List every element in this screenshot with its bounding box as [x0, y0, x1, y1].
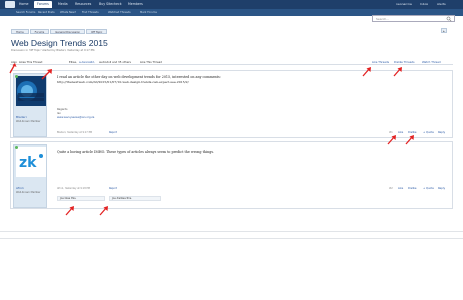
tab-home[interactable]: Home — [16, 1, 31, 8]
subtab-search-forums[interactable]: Search Forums — [16, 11, 35, 15]
online-status-icon — [15, 75, 18, 78]
online-status-icon — [15, 146, 18, 149]
thread-like-bar: Alex Likes This Thread Ellisa, a-dennis6… — [10, 59, 453, 65]
post-2-text-line-1: Quite a boring article IMHO. These types… — [57, 150, 215, 154]
like-bar-liked-prefix: Ellisa, — [69, 60, 77, 64]
tab-buy-sitecheck[interactable]: Buy Sitecheck — [96, 1, 125, 8]
annotation-arrow-icon — [65, 206, 74, 216]
divider — [0, 238, 463, 239]
inbox-link[interactable]: Inbox — [420, 1, 428, 8]
thread-subtitle: Discussion in 'Off Topic' started by Bla… — [11, 49, 96, 52]
annotation-arrow-icon — [393, 67, 402, 77]
annotation-arrow-icon — [387, 135, 396, 145]
search-icon[interactable] — [446, 16, 452, 22]
post-2-author-name[interactable]: Afro1 — [16, 186, 24, 190]
post-1-author-panel: Bladeri Well-Known Member — [13, 73, 47, 137]
breadcrumb: Home Forums General Discussion Off Topic — [11, 28, 108, 34]
page-title: Web Design Trends 2015 — [11, 38, 108, 48]
tab-resources[interactable]: Resources — [72, 1, 94, 8]
breadcrumb-general-discussion[interactable]: General Discussion — [50, 28, 86, 34]
post-2-quote-button[interactable]: + Quote — [423, 187, 434, 190]
breadcrumb-jump-icon[interactable]: ▸ — [441, 28, 447, 33]
subtab-whats-new[interactable]: Whats New? — [60, 11, 76, 15]
like-bar-like-thread[interactable]: Like This Thread — [140, 60, 162, 64]
search-input[interactable]: Search... — [372, 15, 455, 22]
divider — [0, 231, 463, 232]
like-bar-liked-suffix: audiodoll and 35 others — [99, 60, 131, 64]
post-2-dislikes-summary: Joe dislikes this. — [109, 196, 161, 201]
post-1-author-role: Well-Known Member — [16, 120, 41, 123]
post-1-report-link[interactable]: Report — [109, 131, 117, 134]
tab-media[interactable]: Media — [55, 1, 71, 8]
site-logo[interactable] — [5, 1, 15, 8]
post-2-like-button[interactable]: Like — [398, 187, 403, 190]
post-2-author-role: Well-Known Member — [16, 191, 41, 194]
breadcrumb-home[interactable]: Home — [11, 28, 29, 34]
post-2-avatar[interactable]: zk — [16, 147, 46, 177]
like-threads-link[interactable]: Like Threads — [372, 60, 389, 64]
post-2-number[interactable]: #2 — [389, 187, 393, 190]
post-1-text-line-2[interactable]: http://thenextweb.com/dd/2015/01/07/10-w… — [57, 80, 189, 85]
post-2-author-panel: zk Afro1 Well-Known Member — [13, 144, 47, 208]
post-2: zk Afro1 Well-Known Member Quite a borin… — [10, 141, 453, 209]
tab-forums[interactable]: Forums — [34, 1, 52, 8]
post-1: Bladeri Well-Known Member I read an arti… — [10, 70, 453, 138]
top-navigation: Home Forums Media Resources Buy Sitechec… — [0, 0, 463, 9]
like-bar-liked-link[interactable]: a-dennis62, — [79, 60, 95, 64]
annotation-arrow-icon — [99, 206, 108, 216]
subtab-watched-threads[interactable]: Watched Threads — [108, 11, 131, 15]
alerts-link[interactable]: Alerts — [437, 1, 446, 8]
post-2-meta: Afro1, Yesterday at 9:18 PM — [57, 187, 90, 190]
dislike-threads-link[interactable]: Dislike Threads — [394, 60, 414, 64]
watch-thread-link[interactable]: Watch Thread — [422, 60, 441, 64]
annotation-arrow-icon — [362, 67, 371, 77]
post-1-author-name[interactable]: Bladeri — [16, 115, 27, 119]
post-2-dislike-button[interactable]: Dislike — [408, 187, 417, 190]
subtab-mark-forums[interactable]: Mark Forums — [140, 11, 157, 15]
tab-members[interactable]: Members — [125, 1, 146, 8]
post-1-meta: Bladeri, Yesterday at 9:17 PM — [57, 131, 93, 134]
post-1-quote-button[interactable]: + Quote — [423, 131, 434, 134]
post-2-report-link[interactable]: Report — [109, 187, 117, 190]
like-bar-likes-label: Likes This Thread — [19, 60, 43, 64]
post-1-reply-button[interactable]: Reply — [438, 131, 445, 134]
breadcrumb-off-topic[interactable]: Off Topic — [86, 28, 108, 34]
annotation-arrow-icon — [41, 69, 52, 80]
annotation-arrow-icon — [9, 63, 17, 74]
svg-text:zk: zk — [19, 155, 37, 171]
subtab-recent-posts[interactable]: Recent Posts — [38, 11, 55, 15]
breadcrumb-forums[interactable]: Forums — [29, 28, 50, 34]
post-2-reply-button[interactable]: Reply — [438, 187, 445, 190]
user-menu[interactable]: neonarrow — [396, 1, 412, 8]
post-2-likes-summary: Joe likes this. — [57, 196, 105, 201]
subtab-find-threads[interactable]: Find Threads — [82, 11, 99, 15]
annotation-arrow-icon — [405, 135, 414, 145]
post-1-like-button[interactable]: Like — [398, 131, 403, 134]
post-1-signature-link[interactable]: www.savvyseosa@ian.org.za — [57, 116, 94, 119]
